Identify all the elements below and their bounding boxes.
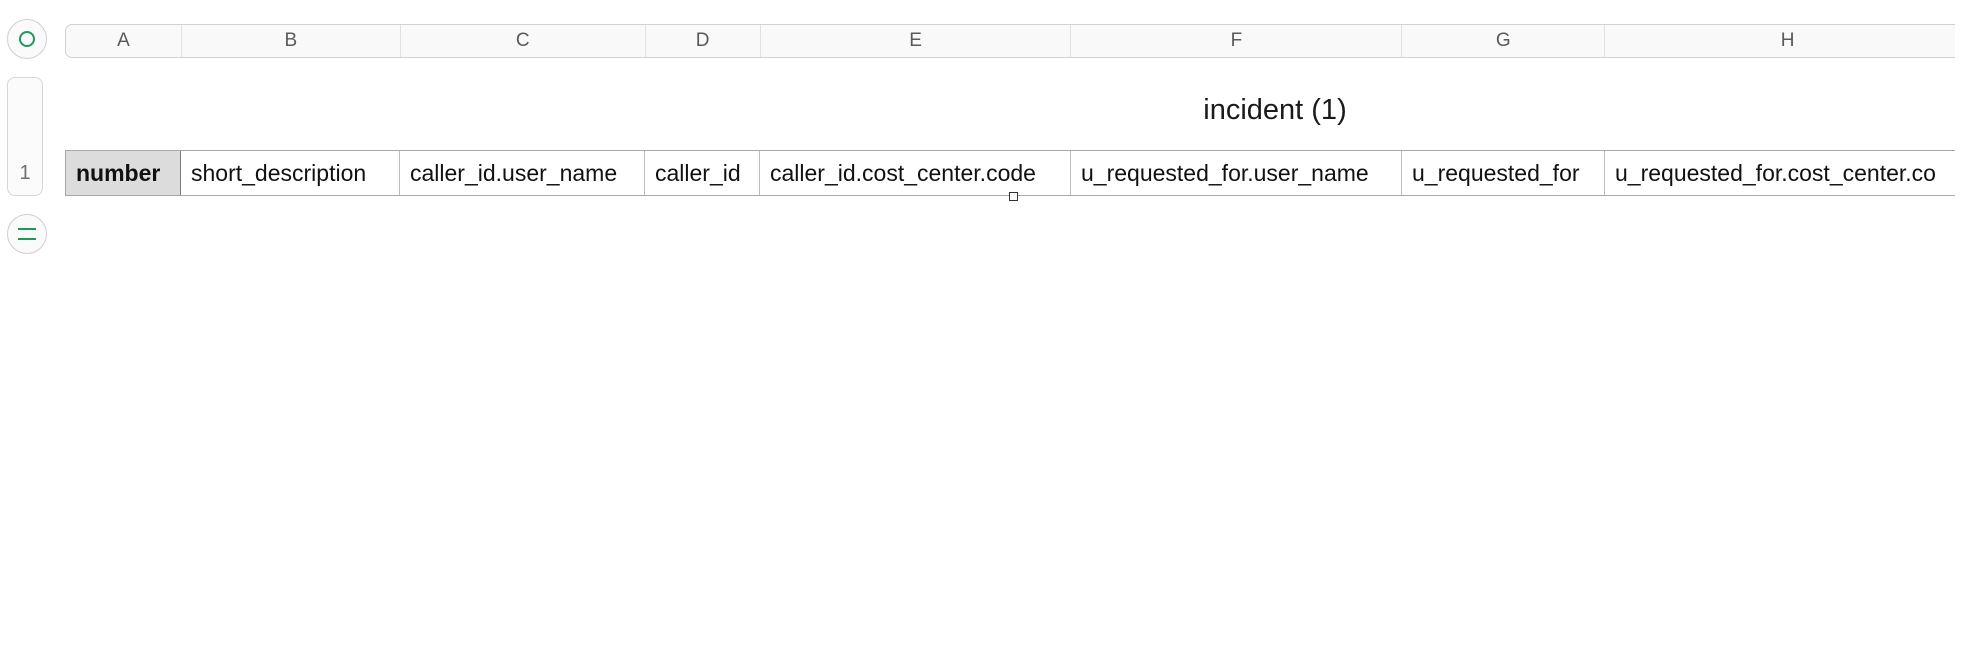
table-row: number short_description caller_id.user_… — [65, 150, 1970, 196]
column-header-c[interactable]: C — [401, 25, 646, 57]
column-header-a[interactable]: A — [66, 25, 182, 57]
column-header-f[interactable]: F — [1071, 25, 1403, 57]
spreadsheet-canvas: 1 A B C D E F G H incident (1) number sh… — [0, 0, 1970, 668]
table-title[interactable]: incident (1) — [1100, 94, 1450, 127]
column-header-e[interactable]: E — [761, 25, 1072, 57]
cell-h1[interactable]: u_requested_for.cost_center.co — [1605, 151, 1970, 195]
cell-c1[interactable]: caller_id.user_name — [400, 151, 645, 195]
resize-handle-icon[interactable] — [1009, 192, 1018, 201]
column-header-h[interactable]: H — [1605, 25, 1970, 57]
column-header-d[interactable]: D — [646, 25, 761, 57]
cell-f1[interactable]: u_requested_for.user_name — [1071, 151, 1402, 195]
column-header-bar: A B C D E F G H — [65, 24, 1970, 58]
add-row-button[interactable] — [7, 214, 47, 254]
cell-e1[interactable]: caller_id.cost_center.code — [760, 151, 1071, 195]
cell-d1[interactable]: caller_id — [645, 151, 760, 195]
window-edge — [1955, 0, 1970, 668]
circle-icon — [19, 31, 35, 47]
cell-b1[interactable]: short_description — [181, 151, 400, 195]
cell-a1[interactable]: number — [65, 151, 181, 195]
equals-icon — [18, 228, 36, 240]
select-all-button[interactable] — [7, 19, 47, 59]
column-header-b[interactable]: B — [182, 25, 401, 57]
column-header-g[interactable]: G — [1402, 25, 1606, 57]
cell-g1[interactable]: u_requested_for — [1402, 151, 1605, 195]
row-number-1[interactable]: 1 — [7, 150, 43, 196]
